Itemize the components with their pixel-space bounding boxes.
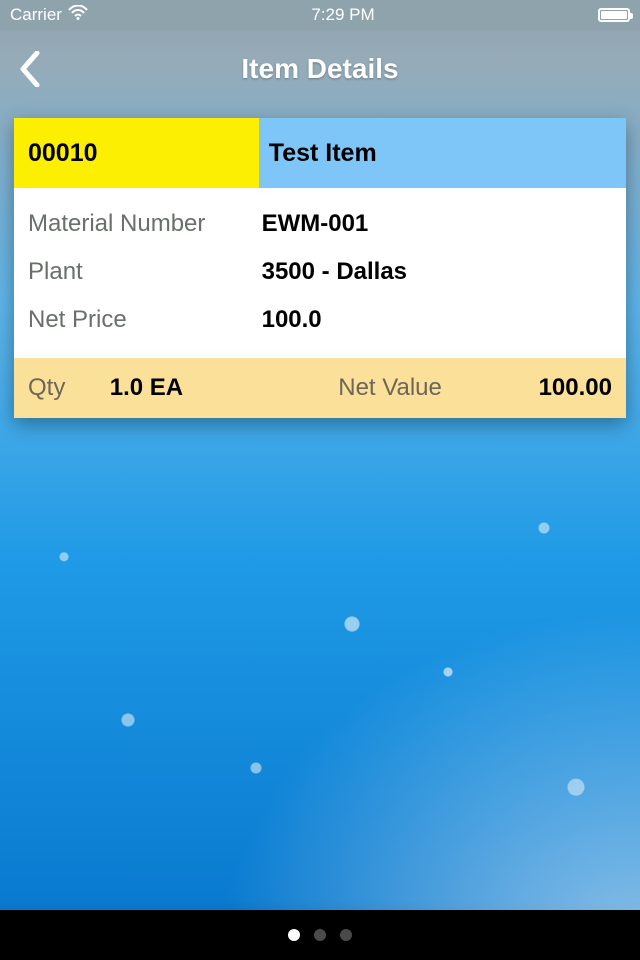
material-number-label: Material Number [28, 210, 262, 238]
row-material-number: Material Number EWM-001 [28, 200, 612, 248]
back-button[interactable] [8, 47, 52, 91]
net-value-label: Net Value [285, 374, 495, 402]
status-bar: Carrier 7:29 PM [0, 0, 640, 30]
plant-label: Plant [28, 258, 262, 286]
qty-label: Qty [28, 374, 110, 402]
item-header: 00010 Test Item [14, 118, 626, 188]
net-price-label: Net Price [28, 306, 262, 334]
battery-icon [598, 8, 630, 22]
page-dot-1[interactable] [288, 929, 300, 941]
net-price-value: 100.0 [262, 306, 612, 334]
page-title: Item Details [241, 53, 398, 85]
row-net-price: Net Price 100.0 [28, 296, 612, 344]
carrier-label: Carrier [10, 5, 62, 25]
material-number-value: EWM-001 [262, 210, 612, 238]
status-time: 7:29 PM [311, 5, 374, 25]
item-card: 00010 Test Item Material Number EWM-001 … [14, 118, 626, 418]
item-name: Test Item [259, 118, 626, 188]
net-value-value: 100.00 [495, 374, 612, 402]
item-body: Material Number EWM-001 Plant 3500 - Dal… [14, 188, 626, 358]
chevron-left-icon [19, 51, 41, 87]
page-dot-3[interactable] [340, 929, 352, 941]
page-indicator[interactable] [0, 910, 640, 960]
page-dot-2[interactable] [314, 929, 326, 941]
plant-value: 3500 - Dallas [262, 258, 612, 286]
nav-bar: Item Details [0, 30, 640, 108]
wifi-icon [68, 5, 88, 26]
qty-value: 1.0 EA [110, 374, 285, 402]
item-code: 00010 [14, 118, 259, 188]
row-plant: Plant 3500 - Dallas [28, 248, 612, 296]
item-footer: Qty 1.0 EA Net Value 100.00 [14, 358, 626, 418]
